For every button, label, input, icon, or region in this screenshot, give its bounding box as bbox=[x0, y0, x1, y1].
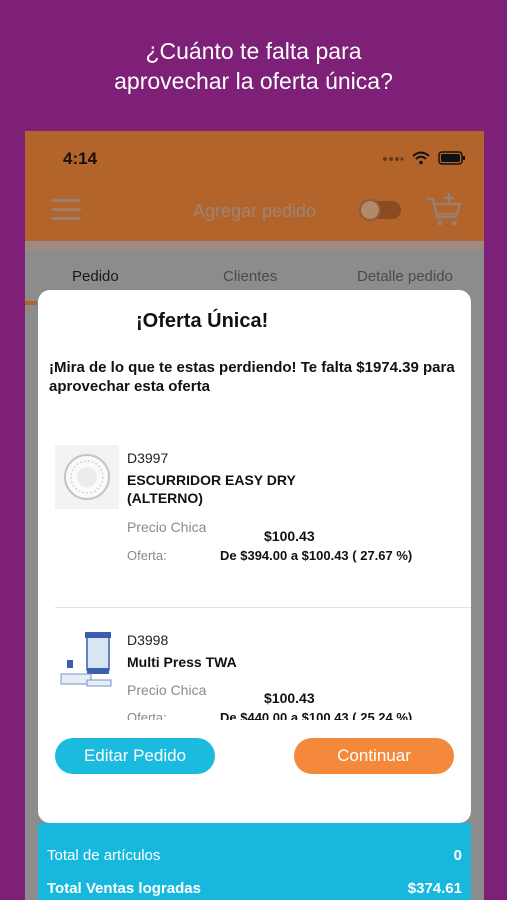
product-name: Multi Press TWA bbox=[127, 654, 237, 670]
tab-pedido[interactable]: Pedido bbox=[72, 268, 119, 285]
edit-order-button[interactable]: Editar Pedido bbox=[55, 738, 215, 774]
phone-screen: 4:14 Agregar pedido Pedido Clientes Deta… bbox=[25, 131, 484, 900]
multi-press-icon bbox=[60, 632, 112, 687]
modal-message: ¡Mira de lo que te estas perdiendo! Te f… bbox=[49, 359, 455, 395]
price-label: Precio Chica bbox=[127, 519, 207, 535]
wifi-icon bbox=[412, 151, 430, 170]
dish-rack-icon bbox=[64, 454, 110, 500]
app-title: Agregar pedido bbox=[192, 201, 317, 221]
list-item: D3998 Multi Press TWA Precio Chica $100.… bbox=[38, 610, 471, 720]
product-code: D3998 bbox=[127, 632, 169, 648]
tabs-band bbox=[25, 241, 484, 251]
continue-button[interactable]: Continuar bbox=[294, 738, 454, 774]
toggle-knob bbox=[359, 199, 381, 221]
signal-icon bbox=[382, 152, 404, 170]
product-image bbox=[55, 630, 119, 694]
promo-heading-line-1: ¿Cuánto te falta para bbox=[145, 38, 362, 64]
offer-value: De $440.00 a $100.43 ( 25.24 %) bbox=[220, 710, 413, 720]
price-label: Precio Chica bbox=[127, 682, 207, 698]
modal-title: ¡Oferta Única! bbox=[136, 310, 269, 332]
divider bbox=[55, 607, 471, 608]
product-list[interactable]: D3997 ESCURRIDOR EASY DRY (ALTERNO) Prec… bbox=[38, 425, 471, 720]
tab-indicator bbox=[25, 301, 37, 305]
offer-label: Oferta: bbox=[127, 710, 167, 720]
add-to-cart-icon[interactable] bbox=[425, 193, 465, 234]
product-code: D3997 bbox=[127, 450, 169, 466]
battery-icon bbox=[438, 151, 466, 170]
order-summary: Total de artículos 0 Total Ventas lograd… bbox=[38, 823, 471, 900]
product-name: ESCURRIDOR EASY DRY (ALTERNO) bbox=[127, 472, 296, 506]
price-value: $100.43 bbox=[264, 528, 315, 544]
offer-value: De $394.00 a $100.43 ( 27.67 %) bbox=[220, 548, 413, 563]
promo-heading: ¿Cuánto te falta para aprovechar la ofer… bbox=[0, 36, 507, 96]
total-items-label: Total de artículos bbox=[47, 847, 161, 864]
total-sales-value: $374.61 bbox=[407, 880, 462, 897]
status-icons bbox=[382, 151, 466, 170]
tab-detalle-pedido[interactable]: Detalle pedido bbox=[357, 268, 453, 285]
total-sales-row: Total Ventas logradas $374.61 bbox=[47, 880, 462, 897]
status-time: 4:14 bbox=[63, 149, 98, 168]
tab-clientes[interactable]: Clientes bbox=[223, 268, 277, 285]
product-image bbox=[55, 445, 119, 509]
price-value: $100.43 bbox=[264, 690, 315, 706]
promo-heading-line-2: aprovechar la oferta única? bbox=[114, 68, 393, 94]
app-bar: Agregar pedido bbox=[25, 177, 484, 241]
total-sales-label: Total Ventas logradas bbox=[47, 880, 201, 897]
total-items-value: 0 bbox=[453, 847, 462, 864]
list-item: D3997 ESCURRIDOR EASY DRY (ALTERNO) Prec… bbox=[38, 425, 471, 595]
offer-modal: ¡Oferta Única! ¡Mira de lo que te estas … bbox=[38, 290, 471, 823]
total-items-row: Total de artículos 0 bbox=[47, 847, 462, 864]
toggle-switch[interactable] bbox=[359, 199, 401, 221]
status-bar: 4:14 bbox=[25, 131, 484, 177]
offer-label: Oferta: bbox=[127, 548, 167, 563]
